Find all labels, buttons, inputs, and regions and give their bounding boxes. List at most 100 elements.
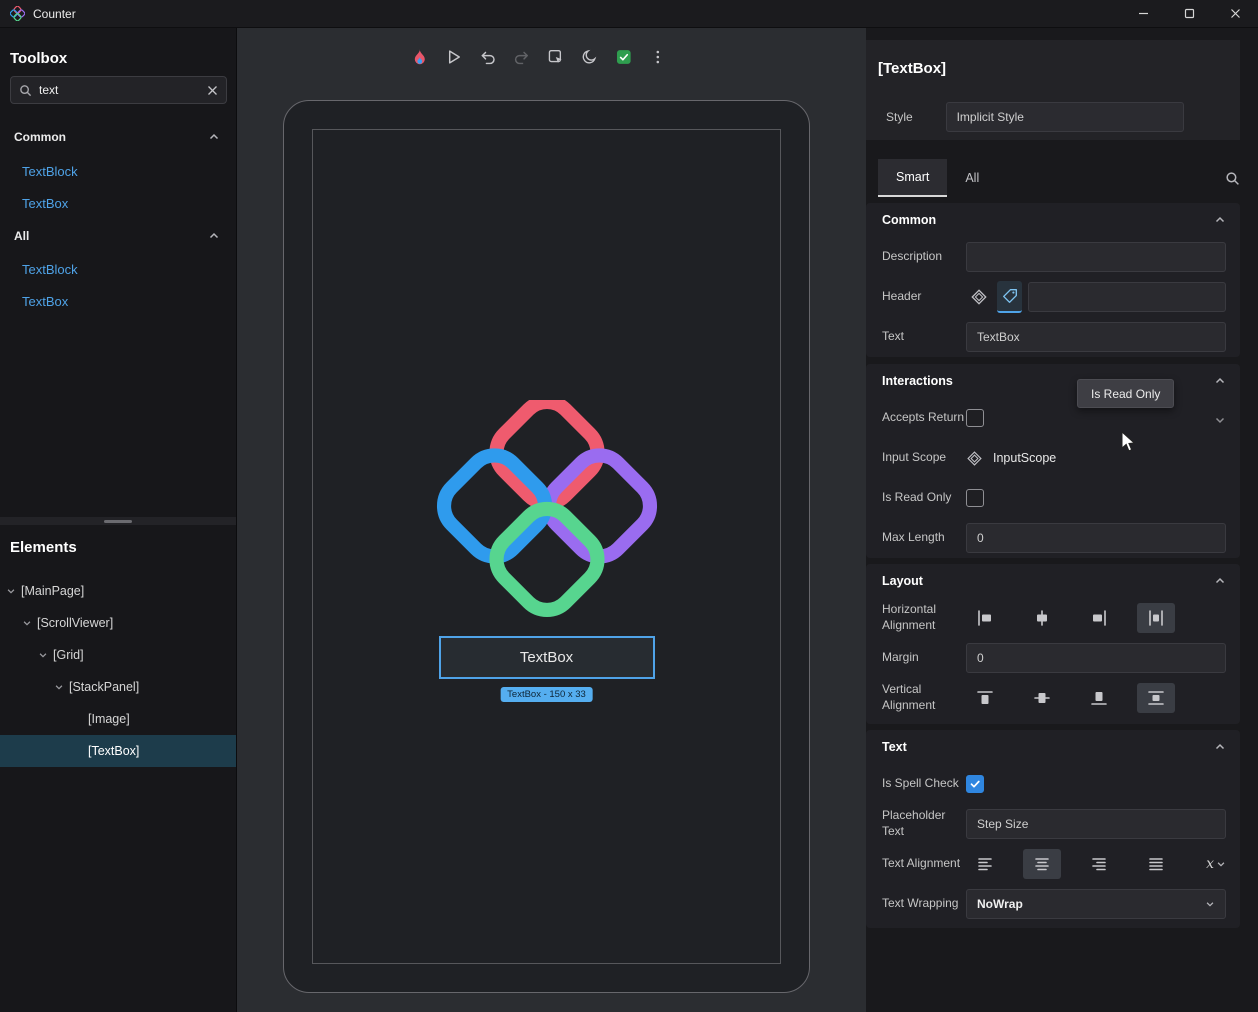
row-vertical-alignment: Vertical Alignment xyxy=(866,678,1240,718)
section-title: Common xyxy=(882,213,936,227)
text-align-left-icon[interactable] xyxy=(966,849,1004,879)
style-label: Style xyxy=(886,110,946,124)
chevron-down-icon[interactable] xyxy=(54,682,64,692)
inspector-title: [TextBox] xyxy=(878,60,946,77)
chevron-down-icon xyxy=(1205,899,1215,909)
chevron-up-icon[interactable] xyxy=(208,230,220,242)
halign-right-icon[interactable] xyxy=(1080,603,1118,633)
is-spell-check-checkbox[interactable] xyxy=(966,775,984,793)
property-search-icon[interactable] xyxy=(1225,171,1240,186)
max-length-input[interactable] xyxy=(966,523,1226,553)
clear-search-icon[interactable] xyxy=(207,85,218,96)
input-scope-value[interactable]: InputScope xyxy=(993,451,1056,465)
margin-input[interactable] xyxy=(966,643,1226,673)
row-text-wrapping: Text Wrapping NoWrap xyxy=(866,884,1240,924)
panel-splitter[interactable] xyxy=(0,517,236,525)
hot-reload-flame-icon[interactable] xyxy=(406,44,432,70)
text-wrapping-dropdown[interactable]: NoWrap xyxy=(966,889,1226,919)
search-icon xyxy=(19,84,32,97)
undo-icon[interactable] xyxy=(474,44,500,70)
toolbox-search[interactable] xyxy=(10,76,227,104)
chevron-down-icon[interactable] xyxy=(22,618,32,628)
text-align-justify-icon[interactable] xyxy=(1137,849,1175,879)
is-read-only-checkbox[interactable] xyxy=(966,489,984,507)
tree-item-mainpage[interactable]: [MainPage] xyxy=(0,575,236,607)
tree-item-label: [ScrollViewer] xyxy=(37,616,113,630)
device-screen[interactable]: TextBox TextBox - 150 x 33 xyxy=(312,129,781,964)
tree-item-label: [Grid] xyxy=(53,648,84,662)
row-is-read-only: Is Read Only xyxy=(866,478,1240,518)
is-read-only-label: Is Read Only xyxy=(882,490,966,506)
design-canvas[interactable]: TextBox TextBox - 150 x 33 xyxy=(237,28,866,1012)
maximize-button[interactable] xyxy=(1166,0,1212,27)
placeholder-text-input[interactable] xyxy=(966,809,1226,839)
theme-toggle-moon-icon[interactable] xyxy=(576,44,602,70)
element-picker-icon[interactable] xyxy=(542,44,568,70)
valign-stretch-icon[interactable] xyxy=(1137,683,1175,713)
redo-icon[interactable] xyxy=(508,44,534,70)
tree-item-scrollviewer[interactable]: [ScrollViewer] xyxy=(0,607,236,639)
horizontal-alignment-label: Horizontal Alignment xyxy=(882,602,966,633)
toolbox-search-input[interactable] xyxy=(39,83,200,97)
text-align-center-icon[interactable] xyxy=(1023,849,1061,879)
title-bar: Counter xyxy=(0,0,1258,28)
valign-top-icon[interactable] xyxy=(966,683,1004,713)
accepts-return-checkbox[interactable] xyxy=(966,409,984,427)
description-label: Description xyxy=(882,249,966,265)
input-scope-label: Input Scope xyxy=(882,450,966,466)
app-logo-image[interactable] xyxy=(436,400,658,622)
chevron-down-icon[interactable] xyxy=(6,586,16,596)
tree-item-label: [Image] xyxy=(88,712,130,726)
toolbox-section-all[interactable]: All xyxy=(0,224,236,248)
is-spell-check-label: Is Spell Check xyxy=(882,776,966,792)
property-inspector: [TextBox] Style Smart All Common Descrip… xyxy=(866,28,1258,1012)
left-sidebar: Toolbox Common TextBlock TextBox All Tex… xyxy=(0,28,237,1012)
xaml-extension-button[interactable]: x xyxy=(1206,856,1226,872)
chevron-up-icon[interactable] xyxy=(1214,575,1226,587)
toolbox-item-textbox[interactable]: TextBox xyxy=(0,188,236,220)
tab-all[interactable]: All xyxy=(947,159,997,197)
row-text: Text xyxy=(866,317,1240,357)
close-button[interactable] xyxy=(1212,0,1258,27)
chevron-up-icon[interactable] xyxy=(1214,741,1226,753)
tab-smart[interactable]: Smart xyxy=(878,159,947,197)
tree-item-textbox[interactable]: [TextBox] xyxy=(0,735,236,767)
chevron-up-icon[interactable] xyxy=(1214,375,1226,387)
tree-item-stackpanel[interactable]: [StackPanel] xyxy=(0,671,236,703)
header-tag-icon[interactable] xyxy=(997,281,1022,313)
section-layout: Layout Horizontal Alignment xyxy=(866,564,1240,724)
chevron-down-icon xyxy=(1216,859,1226,869)
chevron-up-icon[interactable] xyxy=(1214,214,1226,226)
more-options-icon[interactable] xyxy=(644,44,670,70)
description-input[interactable] xyxy=(966,242,1226,272)
is-read-only-tooltip: Is Read Only xyxy=(1077,379,1174,408)
halign-left-icon[interactable] xyxy=(966,603,1004,633)
valign-bottom-icon[interactable] xyxy=(1080,683,1118,713)
section-interactions: Interactions Accepts Return Input Scope … xyxy=(866,364,1240,558)
header-binding-icon[interactable] xyxy=(966,281,991,313)
chevron-down-icon[interactable] xyxy=(1214,414,1226,426)
halign-center-icon[interactable] xyxy=(1023,603,1061,633)
selected-textbox-element[interactable]: TextBox xyxy=(439,636,655,679)
vertical-alignment-label: Vertical Alignment xyxy=(882,682,966,713)
tree-item-image[interactable]: [Image] xyxy=(0,703,236,735)
halign-stretch-icon[interactable] xyxy=(1137,603,1175,633)
toolbox-item-textblock[interactable]: TextBlock xyxy=(0,156,236,188)
tree-item-grid[interactable]: [Grid] xyxy=(0,639,236,671)
style-input[interactable] xyxy=(946,102,1184,132)
chevron-up-icon[interactable] xyxy=(208,131,220,143)
text-wrapping-value: NoWrap xyxy=(977,897,1023,911)
toolbox-item-textbox-all[interactable]: TextBox xyxy=(0,286,236,318)
chevron-down-icon[interactable] xyxy=(38,650,48,660)
header-input[interactable] xyxy=(1028,282,1226,312)
window-title: Counter xyxy=(33,7,76,21)
toolbox-section-common[interactable]: Common xyxy=(0,125,236,149)
valign-center-icon[interactable] xyxy=(1023,683,1061,713)
text-input[interactable] xyxy=(966,322,1226,352)
input-scope-binding-icon[interactable] xyxy=(966,450,983,467)
toolbox-item-textblock-all[interactable]: TextBlock xyxy=(0,254,236,286)
play-icon[interactable] xyxy=(440,44,466,70)
text-align-right-icon[interactable] xyxy=(1080,849,1118,879)
minimize-button[interactable] xyxy=(1120,0,1166,27)
validation-check-icon[interactable] xyxy=(610,44,636,70)
